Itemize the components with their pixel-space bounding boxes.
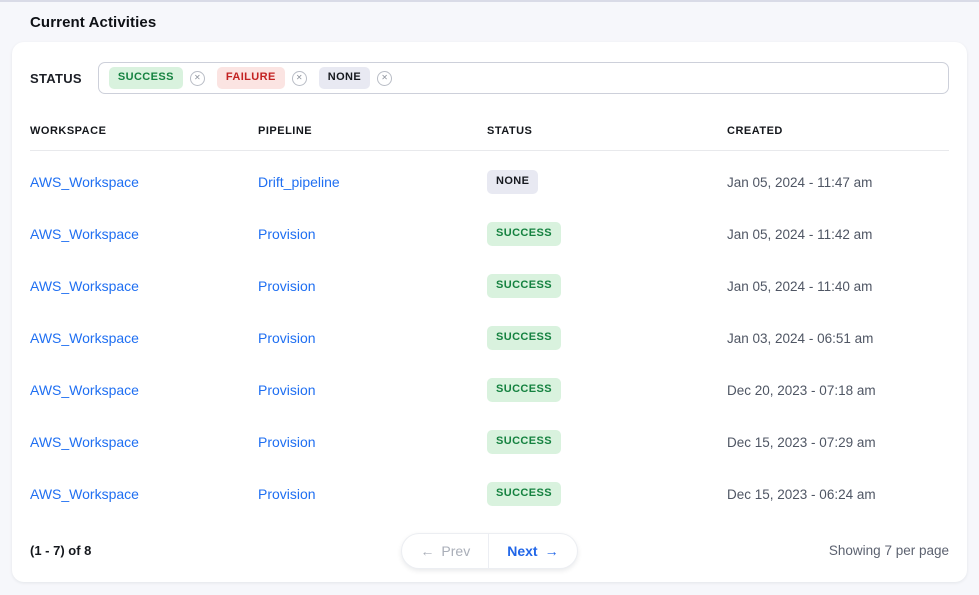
workspace-link[interactable]: AWS_Workspace: [30, 330, 139, 346]
arrow-left-icon: ←: [420, 543, 434, 559]
column-header-created: CREATED: [727, 125, 949, 137]
created-timestamp: Jan 05, 2024 - 11:47 am: [727, 175, 949, 190]
per-page-text: Showing 7 per page: [829, 543, 949, 558]
table-row: AWS_Workspace Provision SUCCESS Dec 15, …: [30, 468, 949, 520]
status-badge: SUCCESS: [487, 222, 561, 245]
status-badge: NONE: [487, 170, 538, 193]
filter-tag-failure: FAILURE: [217, 67, 285, 88]
column-header-workspace: WORKSPACE: [30, 125, 258, 137]
pagination-controls: ← Prev Next →: [402, 534, 576, 568]
pipeline-link[interactable]: Provision: [258, 434, 316, 450]
remove-tag-icon[interactable]: ✕: [190, 71, 205, 86]
filter-tag-none: NONE: [319, 67, 370, 88]
activities-card: STATUS SUCCESS ✕ FAILURE ✕ NONE ✕ WORKSP…: [12, 42, 967, 582]
created-timestamp: Jan 05, 2024 - 11:42 am: [727, 227, 949, 242]
table-row: AWS_Workspace Provision SUCCESS Dec 20, …: [30, 364, 949, 416]
status-badge: SUCCESS: [487, 274, 561, 297]
status-filter-input[interactable]: SUCCESS ✕ FAILURE ✕ NONE ✕: [98, 62, 949, 94]
prev-page-button[interactable]: ← Prev: [402, 534, 489, 568]
column-header-pipeline: PIPELINE: [258, 125, 487, 137]
filter-tag-group: SUCCESS ✕: [109, 67, 205, 88]
workspace-link[interactable]: AWS_Workspace: [30, 382, 139, 398]
pagination-range-text: (1 - 7) of 8: [30, 543, 91, 558]
table-row: AWS_Workspace Provision SUCCESS Jan 03, …: [30, 312, 949, 364]
next-page-button[interactable]: Next →: [489, 534, 576, 568]
created-timestamp: Jan 03, 2024 - 06:51 am: [727, 331, 949, 346]
pipeline-link[interactable]: Provision: [258, 330, 316, 346]
remove-tag-icon[interactable]: ✕: [292, 71, 307, 86]
status-filter-label: STATUS: [30, 71, 82, 86]
status-badge: SUCCESS: [487, 482, 561, 505]
created-timestamp: Dec 15, 2023 - 07:29 am: [727, 435, 949, 450]
status-badge: SUCCESS: [487, 378, 561, 401]
workspace-link[interactable]: AWS_Workspace: [30, 434, 139, 450]
created-timestamp: Dec 15, 2023 - 06:24 am: [727, 487, 949, 502]
workspace-link[interactable]: AWS_Workspace: [30, 278, 139, 294]
workspace-link[interactable]: AWS_Workspace: [30, 174, 139, 190]
next-button-label: Next: [507, 543, 537, 559]
table-body: AWS_Workspace Drift_pipeline NONE Jan 05…: [30, 151, 949, 520]
status-filter-row: STATUS SUCCESS ✕ FAILURE ✕ NONE ✕: [30, 62, 949, 94]
table-row: AWS_Workspace Provision SUCCESS Jan 05, …: [30, 208, 949, 260]
table-header-row: WORKSPACE PIPELINE STATUS CREATED: [30, 94, 949, 151]
table-row: AWS_Workspace Provision SUCCESS Dec 15, …: [30, 416, 949, 468]
workspace-link[interactable]: AWS_Workspace: [30, 486, 139, 502]
created-timestamp: Dec 20, 2023 - 07:18 am: [727, 383, 949, 398]
pipeline-link[interactable]: Provision: [258, 382, 316, 398]
page-title: Current Activities: [30, 14, 979, 31]
status-badge: SUCCESS: [487, 326, 561, 349]
table-row: AWS_Workspace Provision SUCCESS Jan 05, …: [30, 260, 949, 312]
status-badge: SUCCESS: [487, 430, 561, 453]
table-footer: (1 - 7) of 8 ← Prev Next → Showing 7 per…: [30, 534, 949, 568]
column-header-status: STATUS: [487, 125, 727, 137]
pipeline-link[interactable]: Provision: [258, 486, 316, 502]
pipeline-link[interactable]: Drift_pipeline: [258, 174, 340, 190]
pipeline-link[interactable]: Provision: [258, 278, 316, 294]
pipeline-link[interactable]: Provision: [258, 226, 316, 242]
arrow-right-icon: →: [545, 543, 559, 559]
filter-tag-success: SUCCESS: [109, 67, 183, 88]
created-timestamp: Jan 05, 2024 - 11:40 am: [727, 279, 949, 294]
workspace-link[interactable]: AWS_Workspace: [30, 226, 139, 242]
filter-tag-group: NONE ✕: [319, 67, 392, 88]
filter-tag-group: FAILURE ✕: [217, 67, 307, 88]
table-row: AWS_Workspace Drift_pipeline NONE Jan 05…: [30, 156, 949, 208]
prev-button-label: Prev: [441, 543, 470, 559]
remove-tag-icon[interactable]: ✕: [377, 71, 392, 86]
